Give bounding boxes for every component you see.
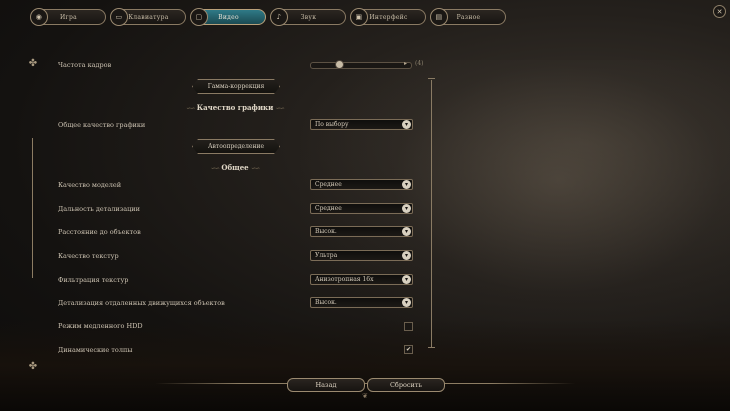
- distant-moving-objects-dropdown[interactable]: Высок. ▾: [310, 297, 413, 308]
- monitor-icon: ▢: [190, 8, 208, 26]
- chevron-down-icon: ▾: [402, 204, 411, 213]
- texture-quality-dropdown[interactable]: Ультра ▾: [310, 250, 413, 261]
- reset-button[interactable]: Сбросить: [367, 378, 445, 392]
- chevron-down-icon: ▾: [402, 251, 411, 260]
- dropdown-value: Среднее: [315, 181, 342, 188]
- general-heading: ∽∽ Общее ∽∽: [195, 163, 275, 172]
- ornament-right: ∽∽: [251, 165, 260, 172]
- tab-misc[interactable]: ▤ Разное: [430, 8, 506, 26]
- ornament-left: ∽∽: [186, 105, 195, 112]
- frame-rate-label: Частота кадров: [58, 61, 112, 69]
- bottom-divider: [155, 383, 575, 384]
- chevron-down-icon: ▾: [402, 298, 411, 307]
- scroll-bottom-ornament-icon: ✤: [28, 361, 38, 372]
- section-title: Общее: [221, 163, 249, 172]
- dropdown-value: По выбору: [315, 121, 349, 128]
- tab-label: Интерфейс: [369, 13, 408, 21]
- chevron-down-icon: ▾: [402, 120, 411, 129]
- model-quality-dropdown[interactable]: Среднее ▾: [310, 179, 413, 190]
- scrollbar-bottom-cap: [428, 347, 435, 352]
- dynamic-crowds-label: Динамические толпы: [58, 346, 133, 354]
- reset-label: Сбросить: [389, 381, 423, 389]
- autodetect-label: Автоопределение: [207, 143, 264, 150]
- interface-icon: ▣: [350, 8, 368, 26]
- scrollbar[interactable]: [431, 80, 432, 348]
- back-button[interactable]: Назад: [287, 378, 365, 392]
- tab-keyboard[interactable]: ▭ Клавиатура: [110, 8, 186, 26]
- tab-label: Разное: [456, 13, 481, 21]
- model-quality-label: Качество моделей: [58, 181, 122, 189]
- back-label: Назад: [315, 381, 337, 389]
- gamepad-icon: ◉: [30, 8, 48, 26]
- close-button[interactable]: ✕: [713, 5, 726, 18]
- tab-game[interactable]: ◉ Игра: [30, 8, 106, 26]
- distant-moving-objects-label: Детализация отдаленных движущихся объект…: [58, 299, 225, 307]
- settings-tab-bar: ◉ Игра ▭ Клавиатура ▢ Видео ♪ Звук ▣ Инт…: [30, 8, 506, 26]
- texture-filtering-dropdown[interactable]: Анизотропная 16x ▾: [310, 274, 413, 285]
- gamma-correction-button[interactable]: Гамма-коррекция: [192, 79, 280, 94]
- dropdown-value: Высок.: [315, 299, 337, 306]
- slider-handle[interactable]: [335, 60, 344, 69]
- overall-quality-label: Общее качество графики: [58, 121, 146, 129]
- detail-distance-dropdown[interactable]: Среднее ▾: [310, 203, 413, 214]
- keyboard-icon: ▭: [110, 8, 128, 26]
- close-icon: ✕: [716, 7, 723, 16]
- texture-quality-label: Качество текстур: [58, 252, 119, 260]
- slow-hdd-label: Режим медленного HDD: [58, 322, 143, 330]
- side-divider: [32, 138, 33, 278]
- dropdown-value: Ультра: [315, 252, 338, 259]
- dropdown-value: Анизотропная 16x: [315, 276, 374, 283]
- dropdown-value: Среднее: [315, 205, 342, 212]
- bottom-ornament-icon: ❦: [362, 392, 368, 400]
- slider-right-arrow-icon[interactable]: ▸: [404, 60, 407, 67]
- tab-video[interactable]: ▢ Видео: [190, 8, 266, 26]
- slow-hdd-checkbox[interactable]: [404, 322, 413, 331]
- chevron-down-icon: ▾: [402, 180, 411, 189]
- checkmark-icon: ✔: [405, 346, 412, 353]
- autodetect-button[interactable]: Автоопределение: [192, 139, 280, 154]
- section-title: Качество графики: [196, 103, 274, 112]
- ornament-left: ∽∽: [210, 165, 220, 172]
- speaker-icon: ♪: [270, 8, 288, 26]
- object-distance-label: Расстояние до объектов: [58, 228, 141, 236]
- graphics-quality-heading: ∽∽ Качество графики ∽∽: [180, 103, 290, 112]
- misc-icon: ▤: [430, 8, 448, 26]
- frame-rate-slider[interactable]: [310, 62, 412, 69]
- tab-label: Игра: [60, 13, 77, 21]
- texture-filtering-label: Фильтрация текстур: [58, 276, 129, 284]
- dropdown-value: Высок.: [315, 228, 337, 235]
- gamma-correction-label: Гамма-коррекция: [207, 83, 265, 90]
- dynamic-crowds-checkbox[interactable]: ✔: [404, 345, 413, 354]
- tab-label: Звук: [300, 13, 317, 21]
- tab-label: Клавиатура: [128, 13, 169, 21]
- detail-distance-label: Дальность детализации: [58, 205, 140, 213]
- tab-sound[interactable]: ♪ Звук: [270, 8, 346, 26]
- object-distance-dropdown[interactable]: Высок. ▾: [310, 226, 413, 237]
- ornament-right: ∽∽: [275, 105, 285, 112]
- chevron-down-icon: ▾: [402, 275, 411, 284]
- tab-interface[interactable]: ▣ Интерфейс: [350, 8, 426, 26]
- scroll-top-ornament-icon: ✤: [28, 58, 38, 69]
- frame-rate-value: (4): [415, 60, 424, 67]
- overall-quality-dropdown[interactable]: По выбору ▾: [310, 119, 413, 130]
- chevron-down-icon: ▾: [402, 227, 411, 236]
- tab-label: Видео: [218, 13, 239, 21]
